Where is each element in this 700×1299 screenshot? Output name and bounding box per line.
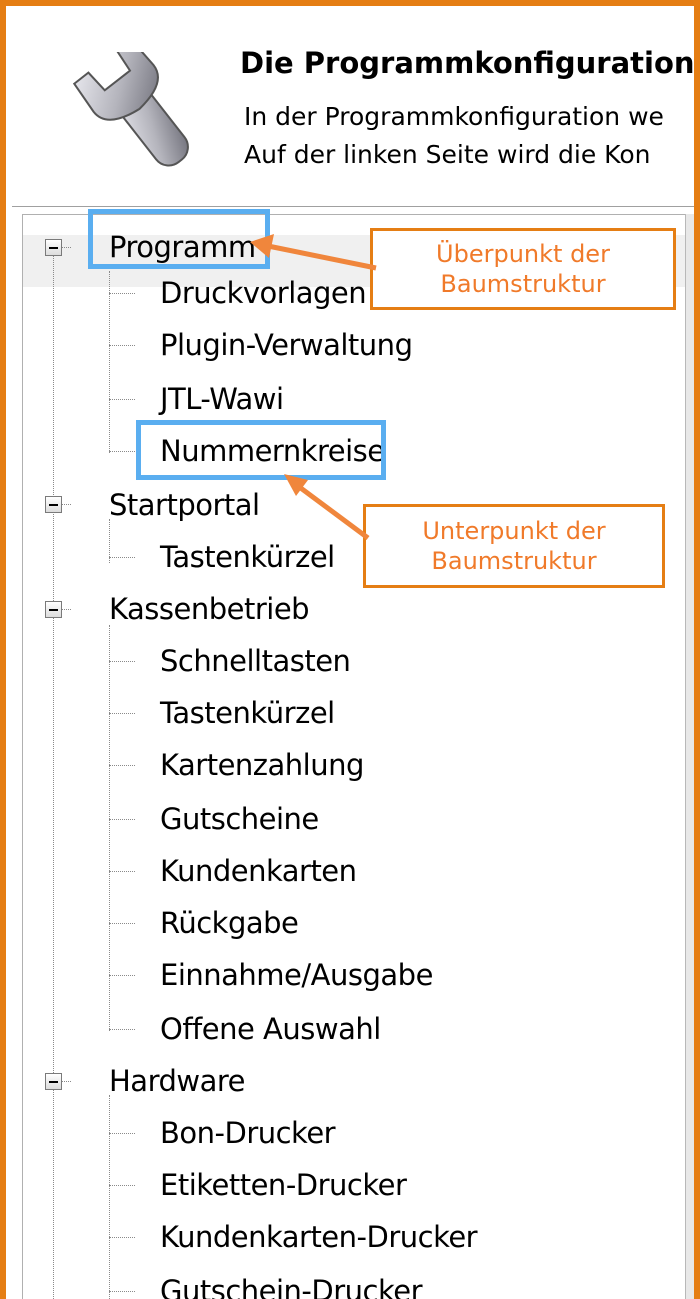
tree-node-kundenkarten-drucker[interactable]: Kundenkarten-Drucker <box>160 1215 478 1259</box>
collapse-toggle-programm[interactable] <box>45 239 62 256</box>
tree-h-line <box>109 557 135 558</box>
tree-node-einnahme-ausgabe[interactable]: Einnahme/Ausgabe <box>160 953 433 997</box>
configuration-window: Die Programmkonfiguration In der Program… <box>0 0 700 1299</box>
tree-node-plugin-verwaltung[interactable]: Plugin-Verwaltung <box>160 323 413 367</box>
callout-unterpunkt-line-2: Baumstruktur <box>431 547 597 575</box>
tree-h-line <box>109 1185 135 1186</box>
tree-h-line <box>61 609 71 610</box>
tree-h-line <box>109 713 135 714</box>
header-divider <box>12 206 694 207</box>
tree-h-line <box>109 399 135 400</box>
tree-h-line <box>109 1133 135 1134</box>
tree-h-line <box>109 345 135 346</box>
tree-node-kartenzahlung[interactable]: Kartenzahlung <box>160 743 364 787</box>
tree-h-line <box>61 247 71 248</box>
tree-h-line <box>109 923 135 924</box>
tree-h-line <box>109 975 135 976</box>
tree-h-line <box>61 504 71 505</box>
callout-unterpunkt: Unterpunkt der Baumstruktur <box>363 504 665 588</box>
config-tree[interactable]: Programm Druckvorlagen Plugin-Verwaltung… <box>22 214 685 1299</box>
tree-node-kundenkarten[interactable]: Kundenkarten <box>160 849 357 893</box>
description-line-2: Auf der linken Seite wird die Kon <box>244 140 651 169</box>
tree-node-startportal-tastenkuerzel[interactable]: Tastenkürzel <box>160 535 335 579</box>
collapse-toggle-startportal[interactable] <box>45 496 62 513</box>
tree-h-line <box>109 871 135 872</box>
tree-h-line <box>109 661 135 662</box>
tree-node-gutscheine[interactable]: Gutscheine <box>160 797 319 841</box>
tree-node-kassenbetrieb[interactable]: Kassenbetrieb <box>109 587 310 631</box>
tree-node-schnelltasten[interactable]: Schnelltasten <box>160 639 351 683</box>
tree-node-rueckgabe[interactable]: Rückgabe <box>160 901 299 945</box>
tree-node-druckvorlagen[interactable]: Druckvorlagen <box>160 271 367 315</box>
tree-node-bon-drucker[interactable]: Bon-Drucker <box>160 1111 336 1155</box>
page-description: In der Programmkonfiguration we Auf der … <box>244 98 664 174</box>
tree-h-line <box>109 1029 135 1030</box>
tree-branch-line-hardware <box>109 1095 110 1299</box>
callout-oberpunkt-line-2: Baumstruktur <box>440 270 606 298</box>
collapse-toggle-kassenbetrieb[interactable] <box>45 601 62 618</box>
collapse-toggle-hardware[interactable] <box>45 1073 62 1090</box>
callout-unterpunkt-line-1: Unterpunkt der <box>422 517 606 545</box>
tree-node-kasse-tastenkuerzel[interactable]: Tastenkürzel <box>160 691 335 735</box>
tree-h-line <box>109 451 135 452</box>
description-line-1: In der Programmkonfiguration we <box>244 102 664 131</box>
tree-h-line <box>61 1081 71 1082</box>
tree-root-line <box>53 255 54 1299</box>
tree-h-line <box>109 293 135 294</box>
tree-node-startportal[interactable]: Startportal <box>109 483 260 527</box>
content-panel <box>685 214 694 1299</box>
wrench-icon <box>72 52 189 167</box>
highlight-box-programm <box>88 209 270 269</box>
tree-node-offene-auswahl[interactable]: Offene Auswahl <box>160 1007 381 1051</box>
tree-branch-line-programm <box>109 271 110 453</box>
tree-h-line <box>109 819 135 820</box>
tree-node-hardware[interactable]: Hardware <box>109 1059 246 1103</box>
tree-branch-line-kassenbetrieb <box>109 625 110 1031</box>
page-title: Die Programmkonfiguration <box>240 46 695 80</box>
highlight-box-nummernkreise <box>136 420 386 480</box>
tree-node-gutschein-drucker[interactable]: Gutschein-Drucker <box>160 1269 423 1299</box>
tree-h-line <box>109 765 135 766</box>
tree-node-etiketten-drucker[interactable]: Etiketten-Drucker <box>160 1163 407 1207</box>
tree-h-line <box>109 1237 135 1238</box>
callout-oberpunkt-line-1: Überpunkt der <box>436 240 610 268</box>
callout-oberpunkt: Überpunkt der Baumstruktur <box>370 228 676 310</box>
tree-node-jtl-wawi[interactable]: JTL-Wawi <box>160 377 284 421</box>
tree-h-line <box>109 1291 135 1292</box>
header-panel: Die Programmkonfiguration In der Program… <box>12 12 695 206</box>
